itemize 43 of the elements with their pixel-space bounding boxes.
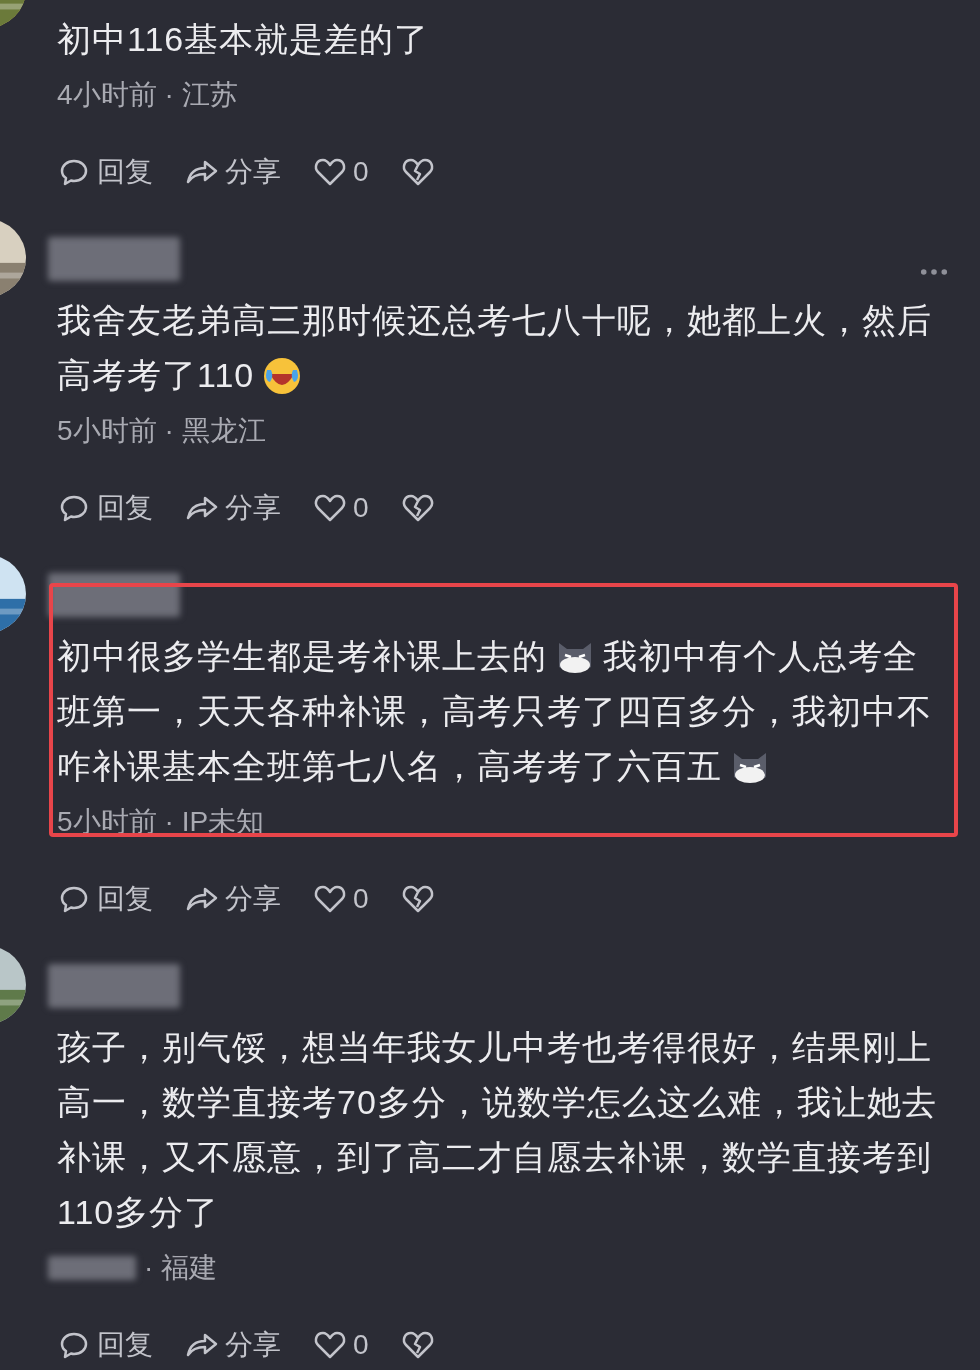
comment-text: 我初中有个人总考全 bbox=[603, 636, 918, 677]
share-button[interactable]: 分享 bbox=[185, 880, 281, 918]
comment-time: 5小时前 bbox=[57, 413, 157, 448]
dislike-button[interactable] bbox=[400, 157, 435, 187]
comment-text: 我舍友老弟高三那时候还总考七八十呢，她都上火，然后 bbox=[57, 300, 932, 341]
comment-text: 初中116基本就是差的了 bbox=[57, 19, 430, 60]
broken-heart-icon bbox=[400, 157, 435, 187]
share-button[interactable]: 分享 bbox=[185, 1326, 281, 1364]
comment-text: 高一，数学直接考70多分，说数学怎么这么难，我让她去 bbox=[57, 1082, 937, 1123]
comment-region: · 黑龙江 bbox=[164, 413, 266, 448]
comment-text: 补课，又不愿意，到了高二才自愿去补课，数学直接考到 bbox=[57, 1137, 932, 1178]
comment-region: · IP未知 bbox=[164, 804, 265, 839]
more-icon[interactable] bbox=[920, 268, 948, 276]
comment-text: 初中很多学生都是考补课上去的 bbox=[57, 636, 547, 677]
comment-region: · 江苏 bbox=[164, 77, 238, 112]
broken-heart-icon bbox=[400, 493, 435, 523]
comment-text: 110多分了 bbox=[57, 1192, 220, 1233]
heart-icon bbox=[313, 493, 347, 523]
comment-text: 高考考了110 bbox=[57, 355, 255, 396]
heart-icon bbox=[313, 157, 347, 187]
comment-text: 咋补课基本全班第七八名，高考考了六百五 bbox=[57, 746, 722, 787]
comment-text: 孩子，别气馁，想当年我女儿中考也考得很好，结果刚上 bbox=[57, 1027, 932, 1068]
heart-icon bbox=[313, 1330, 347, 1360]
reply-button[interactable]: 回复 bbox=[57, 489, 153, 527]
broken-heart-icon bbox=[400, 884, 435, 914]
reply-button[interactable]: 回复 bbox=[57, 880, 153, 918]
dislike-button[interactable] bbox=[400, 1330, 435, 1360]
comment-time: 4小时前 bbox=[57, 77, 157, 112]
heart-icon bbox=[313, 884, 347, 914]
broken-heart-icon bbox=[400, 1330, 435, 1360]
share-button[interactable]: 分享 bbox=[185, 489, 281, 527]
like-button[interactable]: 0 bbox=[313, 156, 369, 188]
comment-text: 班第一，天天各种补课，高考只考了四百多分，我初中不 bbox=[57, 691, 932, 732]
dislike-button[interactable] bbox=[400, 884, 435, 914]
like-button[interactable]: 0 bbox=[313, 492, 369, 524]
like-button[interactable]: 0 bbox=[313, 1329, 369, 1361]
like-button[interactable]: 0 bbox=[313, 883, 369, 915]
share-button[interactable]: 分享 bbox=[185, 153, 281, 191]
reply-button[interactable]: 回复 bbox=[57, 1326, 153, 1364]
dislike-button[interactable] bbox=[400, 493, 435, 523]
reply-button[interactable]: 回复 bbox=[57, 153, 153, 191]
laughing-face-icon bbox=[262, 355, 303, 396]
comment-region: · 福建 bbox=[144, 1250, 218, 1285]
